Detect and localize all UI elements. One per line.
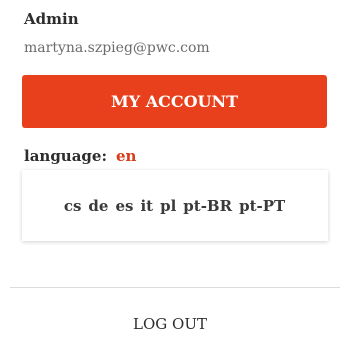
language-option-cs[interactable]: cs [64,197,82,215]
language-option-pt-pt[interactable]: pt-PT [239,197,285,215]
language-option-pl[interactable]: pl [160,197,176,215]
language-option-de[interactable]: de [88,197,108,215]
logout-link[interactable]: LOG OUT [0,315,340,333]
language-row: language: en [24,147,136,165]
language-label: language: [24,147,108,165]
language-option-pt-br[interactable]: pt-BR [183,197,232,215]
current-language: en [116,147,137,165]
user-email: martyna.szpieg@pwc.com [24,40,210,56]
language-options: cs de es it pl pt-BR pt-PT [22,170,328,241]
my-account-button[interactable]: MY ACCOUNT [22,75,327,128]
account-menu-panel: Admin martyna.szpieg@pwc.com MY ACCOUNT … [0,0,340,350]
user-name: Admin [24,10,79,28]
divider [10,287,340,288]
language-option-it[interactable]: it [140,197,153,215]
language-option-es[interactable]: es [115,197,133,215]
